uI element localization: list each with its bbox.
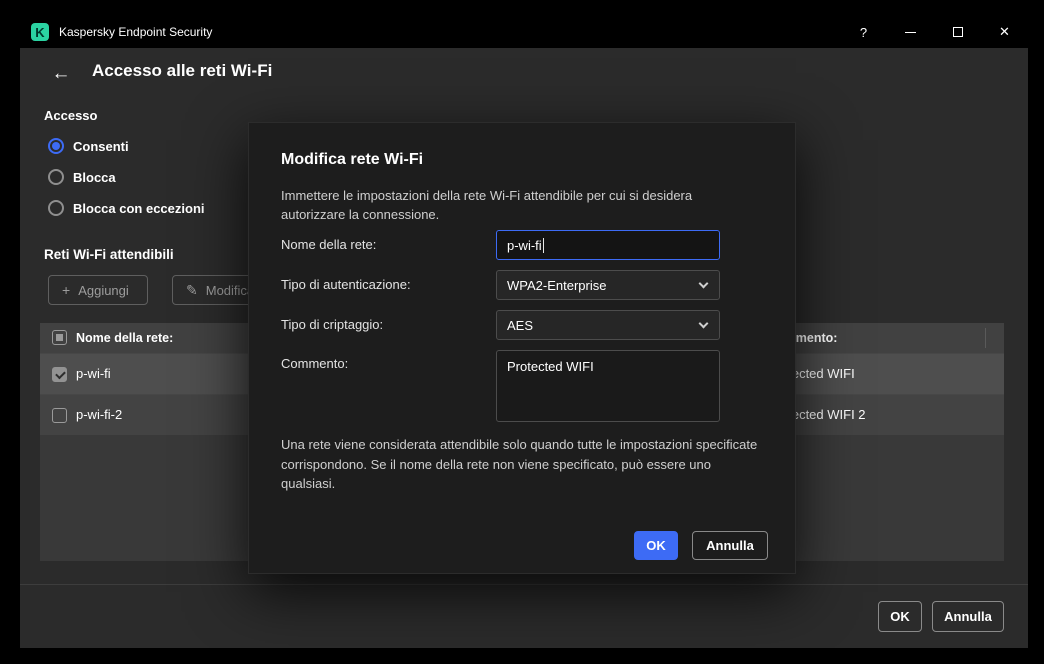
row-checkbox[interactable] (52, 408, 67, 423)
page-title: Accesso alle reti Wi-Fi (92, 61, 272, 81)
network-name-label: Nome della rete: (281, 237, 376, 252)
chevron-down-icon (699, 279, 709, 289)
close-icon: ✕ (999, 24, 1010, 40)
radio-icon (48, 169, 64, 185)
radio-label: Consenti (73, 139, 129, 154)
dialog-description: Immettere le impostazioni della rete Wi-… (281, 186, 749, 224)
help-icon: ? (860, 25, 867, 40)
chevron-down-icon (699, 319, 709, 329)
comment-label: Commento: (281, 356, 348, 371)
access-heading: Accesso (44, 108, 97, 123)
cell-network-name: p-wi-fi-2 (76, 395, 122, 435)
text-caret (543, 238, 544, 253)
edit-button-label: Modifica (206, 283, 254, 298)
screen: K Kaspersky Endpoint Security ? ✕ ← Acce… (0, 0, 1044, 664)
window-footer: OK Annulla (20, 584, 1028, 648)
radio-icon (48, 200, 64, 216)
network-name-value: p-wi-fi (507, 238, 542, 253)
maximize-button[interactable] (934, 16, 981, 48)
select-all-checkbox[interactable] (52, 330, 67, 345)
titlebar: K Kaspersky Endpoint Security ? ✕ (20, 16, 1028, 48)
window-controls: ? ✕ (840, 16, 1028, 48)
edit-wifi-dialog: Modifica rete Wi-Fi Immettere le imposta… (248, 122, 796, 574)
dialog-ok-button[interactable]: OK (634, 531, 678, 560)
edit-icon: ✎ (186, 282, 198, 299)
auth-type-value: WPA2-Enterprise (507, 278, 606, 293)
kaspersky-logo: K (31, 23, 49, 41)
close-button[interactable]: ✕ (981, 16, 1028, 48)
network-name-input[interactable]: p-wi-fi (496, 230, 720, 260)
minimize-icon (905, 32, 916, 33)
back-button[interactable]: ← (48, 62, 74, 86)
comment-value: Protected WIFI (507, 359, 594, 374)
encryption-type-label: Tipo di criptaggio: (281, 317, 383, 332)
maximize-icon (953, 27, 963, 37)
radio-label: Blocca con eccezioni (73, 201, 205, 216)
add-button-label: Aggiungi (78, 283, 129, 298)
add-icon: + (62, 282, 70, 298)
encryption-type-value: AES (507, 318, 533, 333)
encryption-type-select[interactable]: AES (496, 310, 720, 340)
ok-button[interactable]: OK (878, 601, 922, 632)
auth-type-label: Tipo di autenticazione: (281, 277, 411, 292)
cell-network-name: p-wi-fi (76, 354, 111, 394)
radio-option-blocca[interactable]: Blocca (48, 167, 116, 187)
add-network-button[interactable]: + Aggiungi (48, 275, 148, 305)
radio-option-blocca-con-eccezioni[interactable]: Blocca con eccezioni (48, 198, 205, 218)
window-title: Kaspersky Endpoint Security (59, 25, 212, 39)
column-divider (985, 328, 986, 348)
radio-label: Blocca (73, 170, 116, 185)
radio-selected-icon (48, 138, 64, 154)
radio-option-consenti[interactable]: Consenti (48, 136, 129, 156)
dialog-title: Modifica rete Wi-Fi (281, 151, 423, 169)
cancel-button[interactable]: Annulla (932, 601, 1004, 632)
row-checkbox[interactable] (52, 367, 67, 382)
dialog-cancel-button[interactable]: Annulla (692, 531, 768, 560)
help-button[interactable]: ? (840, 16, 887, 48)
minimize-button[interactable] (887, 16, 934, 48)
auth-type-select[interactable]: WPA2-Enterprise (496, 270, 720, 300)
comment-textarea[interactable]: Protected WIFI (496, 350, 720, 422)
dialog-note: Una rete viene considerata attendibile s… (281, 435, 759, 494)
column-header-name: Nome della rete: (76, 323, 173, 353)
trusted-networks-heading: Reti Wi-Fi attendibili (44, 247, 174, 262)
